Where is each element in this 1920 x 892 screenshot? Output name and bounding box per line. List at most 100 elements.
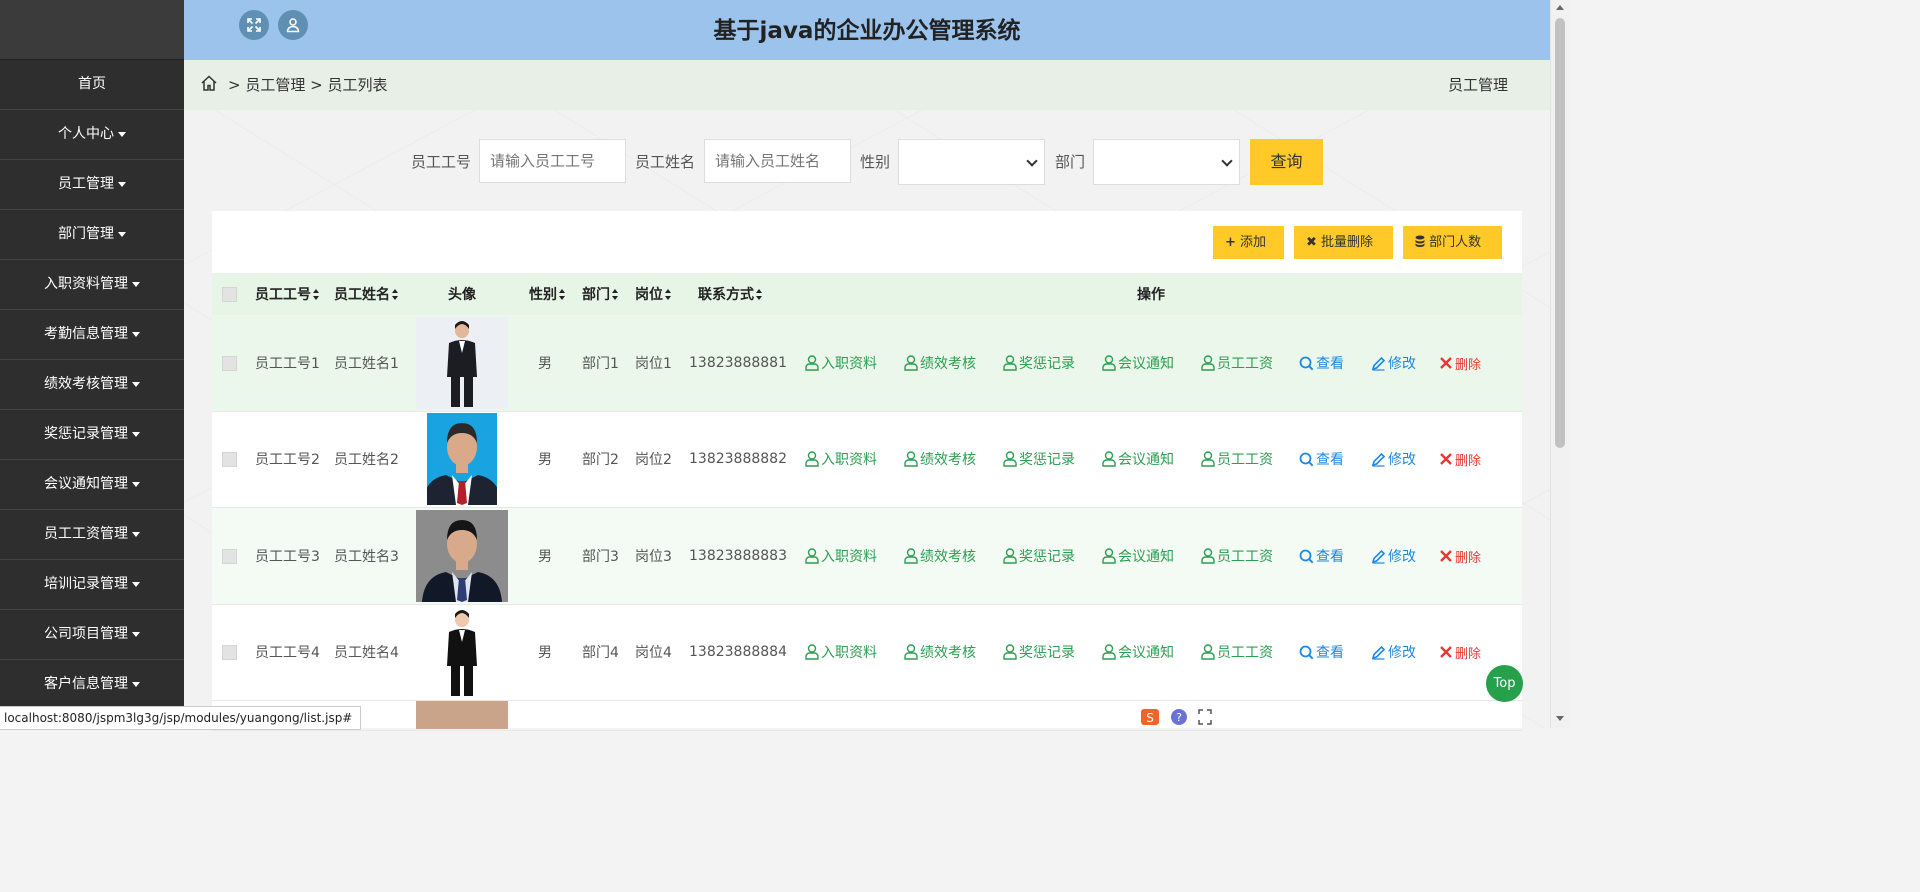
meeting-link[interactable]: 会议通知 <box>1102 604 1174 700</box>
delete-link[interactable]: 删除 <box>1439 411 1481 507</box>
edit-link[interactable]: 修改 <box>1371 411 1416 507</box>
sidebar-item[interactable]: 会议通知管理 <box>0 460 184 510</box>
scroll-up-icon[interactable] <box>1556 5 1564 10</box>
sort-icon <box>665 288 671 300</box>
salary-link[interactable]: 员工工资 <box>1201 604 1273 700</box>
edit-link[interactable]: 修改 <box>1371 315 1416 411</box>
sidebar-item[interactable]: 培训记录管理 <box>0 560 184 610</box>
close-icon <box>1439 452 1453 466</box>
sidebar-item[interactable]: 考勤信息管理 <box>0 310 184 360</box>
caret-down-icon <box>132 431 140 437</box>
home-icon[interactable] <box>200 74 218 96</box>
view-link[interactable]: 查看 <box>1299 604 1344 700</box>
performance-link[interactable]: 绩效考核 <box>904 315 976 411</box>
col-post[interactable]: 岗位 <box>635 273 671 315</box>
view-link[interactable]: 查看 <box>1299 508 1344 604</box>
sidebar-item[interactable]: 部门管理 <box>0 210 184 260</box>
sidebar-item[interactable]: 奖惩记录管理 <box>0 410 184 460</box>
view-link[interactable]: 查看 <box>1299 411 1344 507</box>
cell-post: 岗位1 <box>635 356 672 372</box>
cell-phone: 13823888884 <box>689 644 787 660</box>
col-emp-no[interactable]: 员工工号 <box>255 273 319 315</box>
row-checkbox[interactable] <box>222 411 237 507</box>
avatar <box>416 700 508 730</box>
meeting-link[interactable]: 会议通知 <box>1102 508 1174 604</box>
back-to-top-button[interactable]: Top <box>1486 665 1523 702</box>
dept-count-button[interactable]: 部门人数 <box>1403 226 1502 259</box>
salary-link-label: 员工工资 <box>1217 356 1273 372</box>
emp-no-input[interactable] <box>479 139 626 183</box>
search-icon <box>1299 452 1314 467</box>
sidebar-item-label: 首页 <box>78 76 106 92</box>
cell-dept: 部门3 <box>582 549 619 565</box>
salary-link[interactable]: 员工工资 <box>1201 411 1273 507</box>
caret-down-icon <box>132 581 140 587</box>
dept-label: 部门 <box>1055 153 1086 171</box>
avatar <box>416 315 508 411</box>
performance-link[interactable]: 绩效考核 <box>904 508 976 604</box>
delete-link[interactable]: 删除 <box>1439 604 1481 700</box>
meeting-link[interactable]: 会议通知 <box>1102 411 1174 507</box>
sidebar-item[interactable]: 客户信息管理 <box>0 660 184 710</box>
query-button[interactable]: 查询 <box>1250 139 1323 185</box>
add-button-label: 添加 <box>1240 235 1267 250</box>
salary-link-label: 员工工资 <box>1217 645 1273 661</box>
breadcrumb-item-employee-mgmt[interactable]: 员工管理 <box>245 76 305 94</box>
view-link[interactable]: 查看 <box>1299 315 1344 411</box>
delete-link[interactable]: 删除 <box>1439 508 1481 604</box>
scrollbar-thumb[interactable] <box>1555 18 1565 448</box>
sidebar-nav: 首页个人中心 员工管理 部门管理 入职资料管理 考勤信息管理 绩效考核管理 奖惩记录管理 会议… <box>0 60 184 710</box>
onboarding-link[interactable]: 入职资料 <box>805 508 877 604</box>
sidebar-item[interactable]: 个人中心 <box>0 110 184 160</box>
salary-link[interactable]: 员工工资 <box>1201 315 1273 411</box>
onboarding-link[interactable]: 入职资料 <box>805 315 877 411</box>
col-dept[interactable]: 部门 <box>582 273 618 315</box>
batch-delete-button[interactable]: ✖ 批量删除 <box>1294 226 1393 259</box>
add-button[interactable]: + 添加 <box>1213 226 1284 259</box>
reward-link[interactable]: 奖惩记录 <box>1003 604 1075 700</box>
reward-link-label: 奖惩记录 <box>1019 356 1075 372</box>
pencil-icon <box>1371 645 1386 660</box>
delete-link-label: 删除 <box>1455 357 1482 373</box>
gender-select[interactable] <box>898 139 1045 185</box>
delete-link[interactable]: 删除 <box>1439 315 1481 411</box>
col-phone[interactable]: 联系方式 <box>698 273 762 315</box>
cell-emp-no: 员工工号2 <box>255 452 320 468</box>
chevron-down-icon <box>1221 155 1233 167</box>
batch-delete-button-label: 批量删除 <box>1321 235 1374 250</box>
page-scrollbar[interactable] <box>1550 0 1569 728</box>
meeting-link[interactable]: 会议通知 <box>1102 315 1174 411</box>
performance-link[interactable]: 绩效考核 <box>904 411 976 507</box>
reward-link[interactable]: 奖惩记录 <box>1003 315 1075 411</box>
sidebar-item[interactable]: 员工管理 <box>0 160 184 210</box>
user-icon <box>805 644 819 660</box>
sidebar-item[interactable]: 员工工资管理 <box>0 510 184 560</box>
sidebar-logo-area <box>0 0 184 60</box>
scroll-down-icon[interactable] <box>1556 716 1564 721</box>
row-checkbox[interactable] <box>222 315 237 411</box>
edit-link[interactable]: 修改 <box>1371 508 1416 604</box>
salary-link[interactable]: 员工工资 <box>1201 508 1273 604</box>
performance-link[interactable]: 绩效考核 <box>904 604 976 700</box>
col-gender[interactable]: 性别 <box>529 273 565 315</box>
edit-link[interactable]: 修改 <box>1371 604 1416 700</box>
onboarding-link[interactable]: 入职资料 <box>805 411 877 507</box>
sidebar-item[interactable]: 入职资料管理 <box>0 260 184 310</box>
dept-select[interactable] <box>1093 139 1240 185</box>
col-emp-name[interactable]: 员工姓名 <box>334 273 398 315</box>
sidebar-item[interactable]: 绩效考核管理 <box>0 360 184 410</box>
emp-name-input[interactable] <box>704 139 851 183</box>
reward-link[interactable]: 奖惩记录 <box>1003 411 1075 507</box>
expand-icon[interactable] <box>1198 709 1212 725</box>
sidebar-item[interactable]: 首页 <box>0 60 184 110</box>
reward-link[interactable]: 奖惩记录 <box>1003 508 1075 604</box>
help-icon[interactable]: ? <box>1170 708 1188 726</box>
onboarding-link-label: 入职资料 <box>821 356 877 372</box>
row-checkbox[interactable] <box>222 508 237 604</box>
row-checkbox[interactable] <box>222 604 237 700</box>
select-all-checkbox[interactable] <box>222 273 237 315</box>
onboarding-link[interactable]: 入职资料 <box>805 604 877 700</box>
meeting-link-label: 会议通知 <box>1118 549 1174 565</box>
input-method-icon[interactable]: S <box>1140 708 1160 726</box>
sidebar-item[interactable]: 公司项目管理 <box>0 610 184 660</box>
